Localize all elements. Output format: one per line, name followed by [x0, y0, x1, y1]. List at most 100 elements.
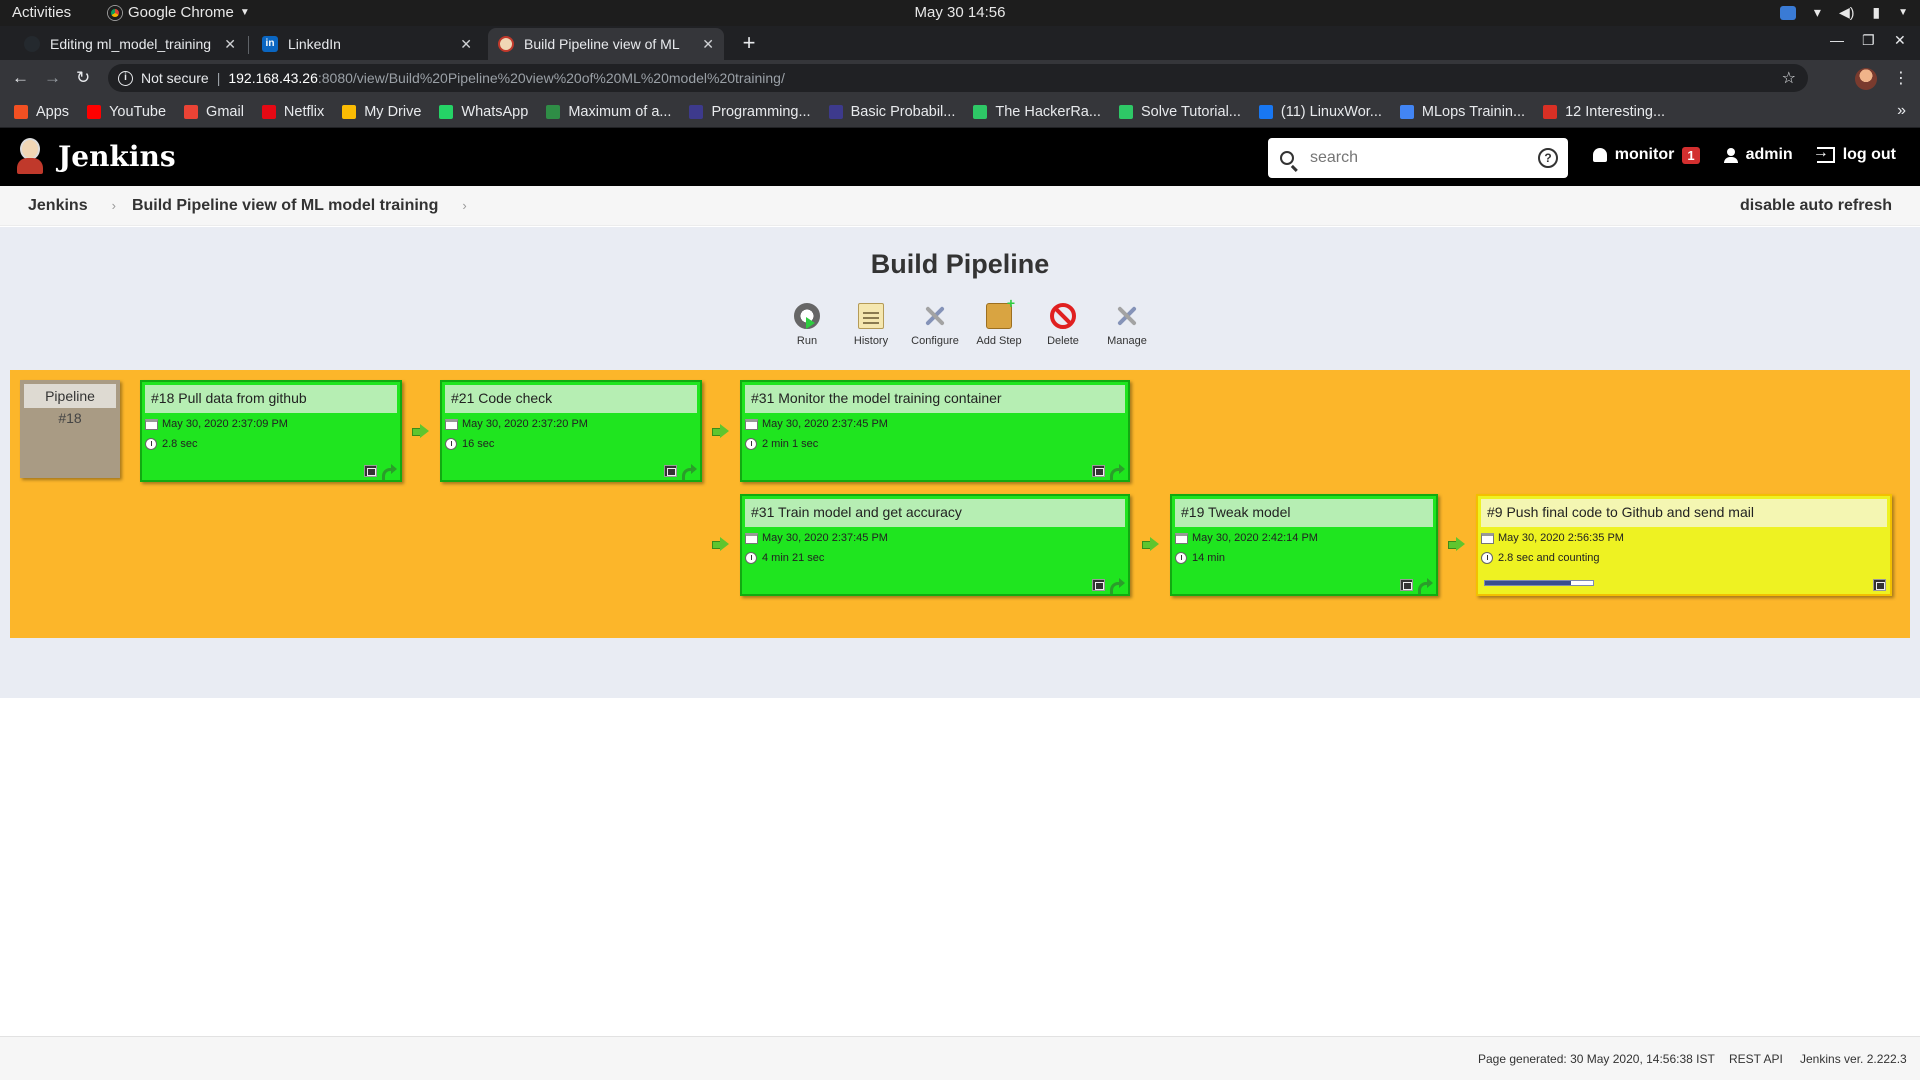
search-input[interactable] [1310, 149, 1520, 167]
build-title[interactable]: #31 Monitor the model training container [745, 385, 1125, 413]
bookmark-item[interactable]: Netflix [261, 104, 324, 120]
caret-down-icon: ▼ [1898, 7, 1908, 18]
build-card-pull-data[interactable]: #18 Pull data from github May 30, 2020 2… [140, 380, 402, 482]
pipeline-revision[interactable]: Pipeline #18 [20, 380, 120, 478]
build-title[interactable]: #18 Pull data from github [145, 385, 397, 413]
tab-build-pipeline[interactable]: Build Pipeline view of ML ✕ [488, 28, 724, 60]
bookmark-item[interactable]: YouTube [87, 104, 166, 120]
build-card-monitor-training[interactable]: #31 Monitor the model training container… [740, 380, 1130, 482]
reload-icon[interactable]: ↻ [76, 68, 90, 88]
more-bookmarks-icon[interactable]: » [1897, 102, 1906, 120]
console-icon[interactable] [1400, 579, 1413, 591]
system-clock[interactable]: May 30 14:56 [0, 4, 1920, 21]
run-button[interactable]: Run [775, 303, 839, 347]
console-icon[interactable] [1873, 579, 1886, 591]
build-title[interactable]: #9 Push final code to Github and send ma… [1481, 499, 1887, 527]
add-step-button[interactable]: Add Step [967, 295, 1031, 347]
bookmark-item[interactable]: WhatsApp [439, 104, 528, 120]
whatsapp-icon [439, 104, 454, 119]
rebuild-icon[interactable] [1110, 464, 1125, 480]
build-date: May 30, 2020 2:37:09 PM [162, 418, 288, 430]
tab-linkedin[interactable]: in LinkedIn ✕ [252, 28, 482, 60]
info-icon[interactable]: i [118, 70, 133, 86]
app-menu[interactable]: Google Chrome ▼ [108, 4, 250, 21]
disable-auto-refresh-link[interactable]: disable auto refresh [1740, 197, 1892, 215]
minimize-icon[interactable]: — [1830, 32, 1844, 48]
bookmark-item[interactable]: (11) LinuxWor... [1258, 104, 1382, 120]
build-progress-bar[interactable] [1484, 580, 1594, 586]
build-card-push-final-code[interactable]: #9 Push final code to Github and send ma… [1476, 494, 1892, 596]
clock-icon [1175, 552, 1187, 564]
build-title[interactable]: #19 Tweak model [1175, 499, 1433, 527]
action-label: Delete [1047, 335, 1079, 347]
page-generated-link[interactable]: Page generated: 30 May 2020, 14:56:38 IS… [1478, 1052, 1715, 1066]
monitor-link[interactable]: monitor 1 [1592, 146, 1700, 164]
bookmark-item[interactable]: Gmail [184, 104, 244, 120]
bookmark-item[interactable]: The HackerRa... [973, 104, 1101, 120]
rebuild-icon[interactable] [1418, 578, 1433, 594]
build-card-code-check[interactable]: #21 Code check May 30, 2020 2:37:20 PM 1… [440, 380, 702, 482]
chevron-right-icon[interactable]: › [462, 198, 466, 213]
rebuild-icon[interactable] [682, 464, 697, 480]
jenkins-version-link[interactable]: Jenkins ver. 2.222.3 [1800, 1052, 1907, 1066]
close-icon[interactable]: ✕ [460, 36, 472, 53]
console-icon[interactable] [1092, 579, 1105, 591]
bookmark-label: Basic Probabil... [850, 103, 956, 120]
bookmark-item[interactable]: Programming... [689, 104, 811, 120]
monitor-label: monitor [1614, 146, 1675, 163]
activities-button[interactable]: Activities [12, 4, 71, 21]
console-icon[interactable] [664, 465, 677, 477]
chevron-right-icon[interactable]: › [112, 198, 116, 213]
console-icon[interactable] [364, 465, 377, 477]
breadcrumb: Jenkins › Build Pipeline view of ML mode… [0, 186, 1920, 226]
window-close-icon[interactable]: ✕ [1894, 32, 1906, 49]
zoom-tray-icon[interactable] [1779, 5, 1796, 20]
help-icon[interactable]: ? [1538, 148, 1558, 168]
rebuild-icon[interactable] [382, 464, 397, 480]
security-indicator[interactable]: Not secure [141, 70, 209, 86]
user-link[interactable]: admin [1723, 146, 1793, 164]
profile-avatar[interactable] [1855, 68, 1877, 90]
build-title[interactable]: #31 Train model and get accuracy [745, 499, 1125, 527]
bookmark-star-icon[interactable]: ☆ [1782, 68, 1796, 88]
bookmark-item[interactable]: 12 Interesting... [1543, 104, 1665, 120]
tab-github-edit[interactable]: Editing ml_model_training ✕ [14, 28, 246, 60]
bookmark-item[interactable]: MLops Trainin... [1399, 104, 1525, 120]
bookmark-label: Gmail [206, 103, 244, 120]
delete-button[interactable]: Delete [1031, 303, 1095, 347]
address-bar[interactable]: i Not secure | 192.168.43.26 :8080/view/… [108, 64, 1808, 92]
bookmark-label: Solve Tutorial... [1140, 103, 1241, 120]
back-arrow-icon[interactable]: ← [12, 68, 29, 88]
kebab-menu-icon[interactable]: ⋮ [1893, 68, 1909, 88]
calendar-icon [745, 532, 758, 544]
configure-button[interactable]: Configure [903, 303, 967, 347]
new-tab-button[interactable]: + [735, 30, 763, 58]
facebook-icon [1258, 104, 1273, 119]
bookmark-item[interactable]: Basic Probabil... [828, 103, 956, 120]
restore-icon[interactable]: ❐ [1862, 32, 1875, 49]
logout-link[interactable]: log out [1813, 144, 1896, 164]
docs-icon [1399, 104, 1414, 119]
build-progress-fill [1485, 581, 1572, 585]
jenkins-logo-link[interactable]: Jenkins [14, 136, 176, 176]
console-icon[interactable] [1092, 465, 1105, 477]
close-icon[interactable]: ✕ [702, 36, 714, 53]
bookmark-item[interactable]: Maximum of a... [546, 104, 671, 120]
breadcrumb-jenkins[interactable]: Jenkins [28, 197, 88, 215]
build-title[interactable]: #21 Code check [445, 385, 697, 413]
rebuild-icon[interactable] [1110, 578, 1125, 594]
history-button[interactable]: History [839, 303, 903, 347]
bookmark-item[interactable]: Apps [14, 104, 69, 120]
forward-arrow-icon[interactable]: → [44, 68, 61, 88]
system-tray[interactable]: ▾ ◀) ▮ ▼ [1779, 4, 1908, 21]
bookmark-item[interactable]: Solve Tutorial... [1118, 103, 1241, 120]
manage-button[interactable]: Manage [1095, 303, 1159, 347]
build-card-train-model[interactable]: #31 Train model and get accuracy May 30,… [740, 494, 1130, 596]
breadcrumb-view[interactable]: Build Pipeline view of ML model training [132, 197, 438, 215]
rest-api-link[interactable]: REST API [1729, 1052, 1783, 1066]
search-icon [1280, 151, 1294, 165]
close-icon[interactable]: ✕ [224, 36, 236, 53]
build-card-tweak-model[interactable]: #19 Tweak model May 30, 2020 2:42:14 PM … [1170, 494, 1438, 596]
calendar-icon [145, 418, 158, 430]
bookmark-item[interactable]: My Drive [342, 104, 421, 120]
